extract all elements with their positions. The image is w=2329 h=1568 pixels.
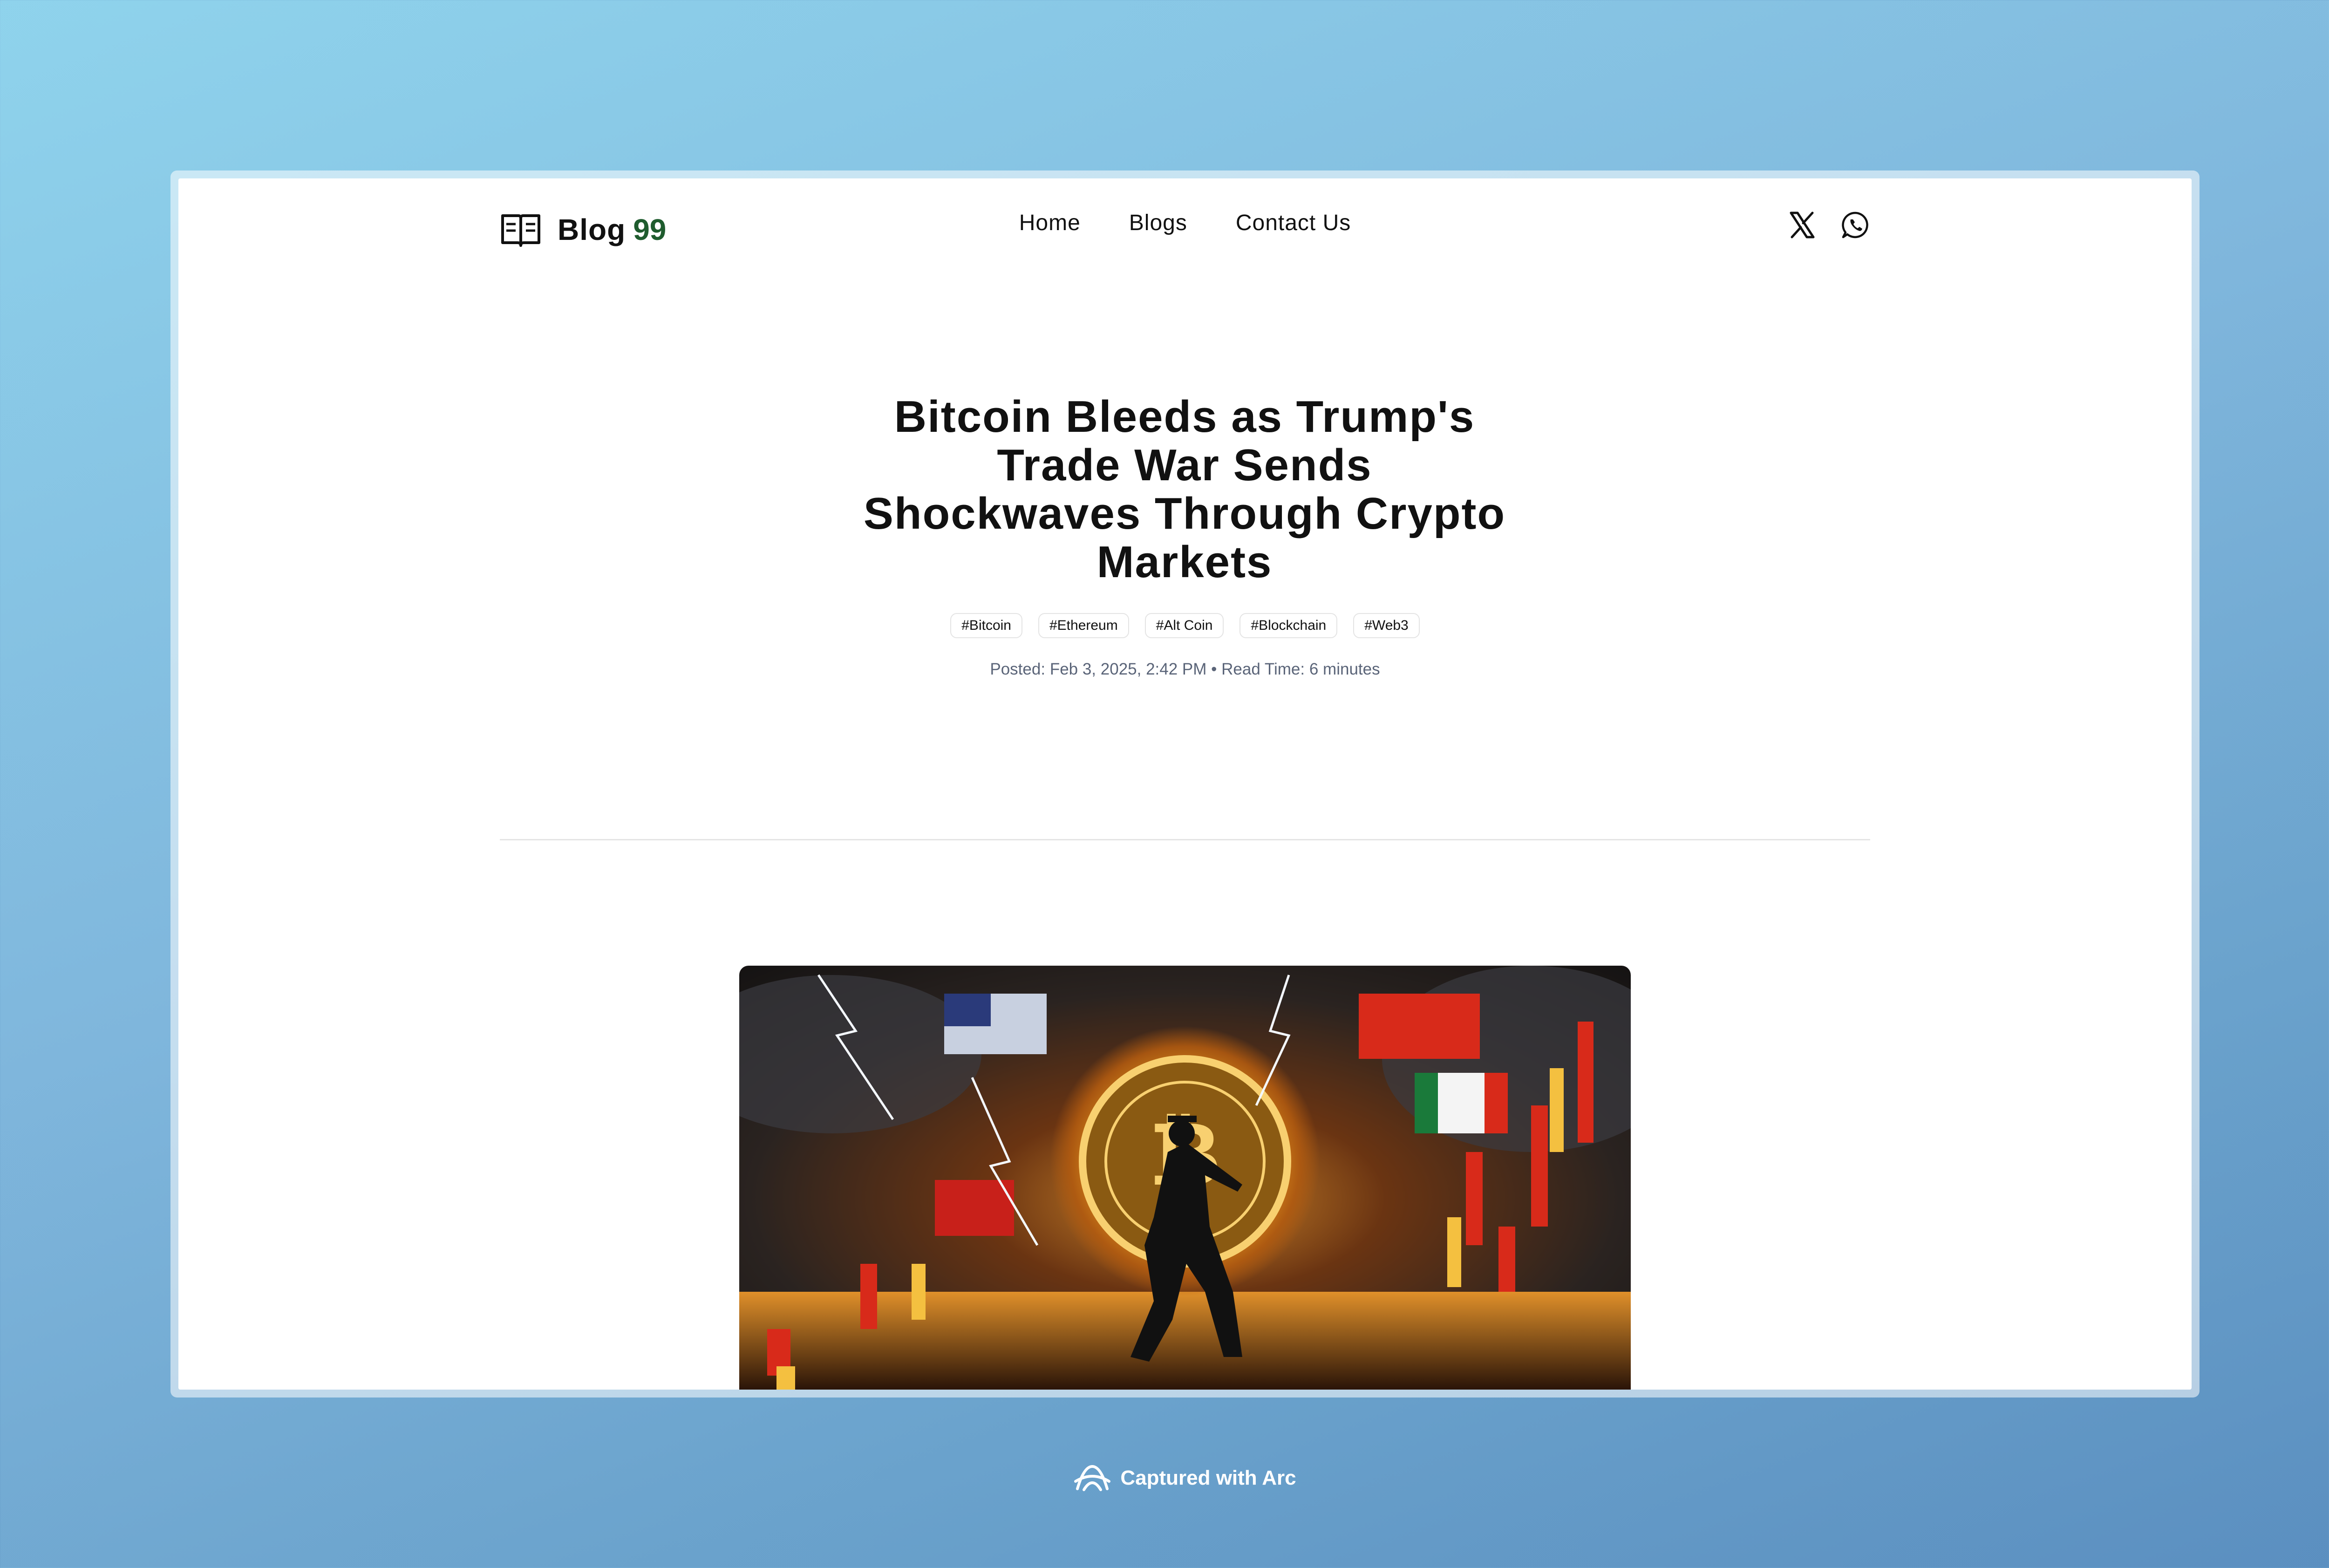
capture-caption: Captured with Arc (0, 1462, 2329, 1494)
tag-blockchain[interactable]: #Blockchain (1239, 613, 1338, 638)
hero-image: ₿ (739, 966, 1631, 1390)
article-title: Bitcoin Bleeds as Trump's Trade War Send… (863, 392, 1506, 587)
whatsapp-icon[interactable] (1840, 210, 1870, 240)
tag-alt-coin[interactable]: #Alt Coin (1144, 613, 1224, 638)
site-header: Blog 99 Home Blogs Contact Us (178, 178, 2192, 290)
nav-home-link[interactable]: Home (1019, 210, 1081, 236)
tag-ethereum[interactable]: #Ethereum (1038, 613, 1129, 638)
nav-blogs-link[interactable]: Blogs (1129, 210, 1187, 236)
section-divider (500, 839, 1870, 840)
read-time-value: 6 minutes (1309, 660, 1380, 678)
nav-contact-link[interactable]: Contact Us (1236, 210, 1351, 236)
main-nav: Home Blogs Contact Us (178, 210, 2192, 236)
tag-web3[interactable]: #Web3 (1353, 613, 1420, 638)
caption-text: Captured with Arc (1120, 1466, 1296, 1489)
posted-date: Feb 3, 2025, 2:42 PM (1049, 660, 1207, 678)
meta-separator: • (1211, 660, 1217, 678)
read-time-label: Read Time: (1221, 660, 1305, 678)
tag-bitcoin[interactable]: #Bitcoin (950, 613, 1022, 638)
x-twitter-icon[interactable] (1787, 210, 1817, 240)
social-links (1787, 210, 1870, 240)
browser-window: Blog 99 Home Blogs Contact Us Bitcoin Ble… (178, 178, 2192, 1390)
posted-label: Posted: (990, 660, 1046, 678)
arc-logo-icon (1074, 1465, 1111, 1491)
post-meta: Posted: Feb 3, 2025, 2:42 PM • Read Time… (178, 660, 2192, 679)
tag-list: #Bitcoin #Ethereum #Alt Coin #Blockchain… (178, 613, 2192, 638)
